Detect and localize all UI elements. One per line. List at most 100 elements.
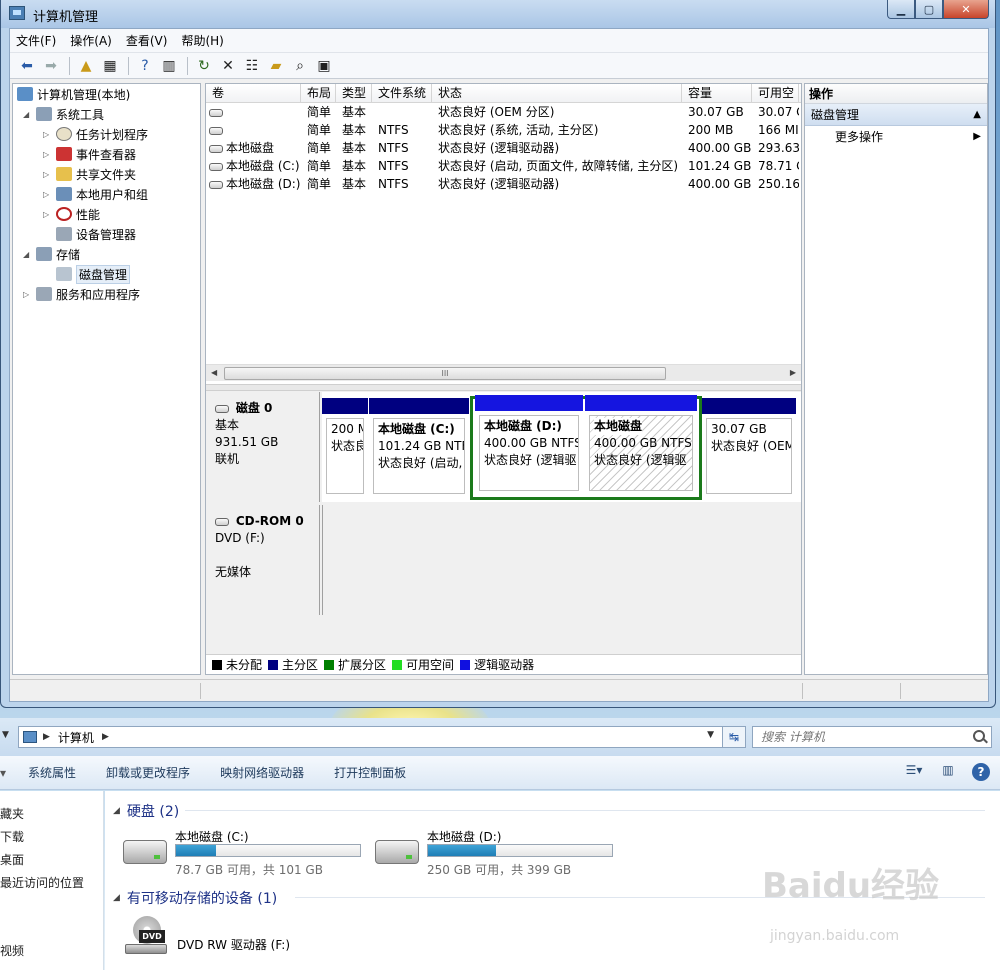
partition-d[interactable]: 本地磁盘 (D:) 400.00 GB NTFS 状态良好 (逻辑驱 [475, 395, 583, 495]
group-hard-disks[interactable]: ◢ 硬盘 (2) [113, 801, 179, 821]
preview-pane-icon[interactable]: ▥ [938, 763, 958, 781]
collapse-icon[interactable]: ◢ [23, 110, 33, 119]
open-control-panel-button[interactable]: 打开控制面板 [334, 764, 406, 781]
table-row[interactable]: 本地磁盘 (C:) 简单 基本 NTFS 状态良好 (启动, 页面文件, 故障转… [206, 157, 801, 175]
table-row[interactable]: 本地磁盘 (D:) 简单 基本 NTFS 状态良好 (逻辑驱动器) 400.00… [206, 175, 801, 193]
column-header-free[interactable]: 可用空 [752, 84, 799, 103]
help-icon[interactable]: ? [972, 763, 990, 781]
help-icon[interactable]: ? [134, 56, 156, 76]
properties-icon[interactable]: ☷ [241, 56, 263, 76]
collapse-group-icon[interactable]: ◢ [113, 806, 120, 816]
close-button[interactable]: ✕ [943, 0, 989, 19]
menu-help[interactable]: 帮助(H) [181, 32, 223, 49]
title-bar[interactable]: 计算机管理 ▁ ▢ ✕ [1, 0, 995, 28]
tree-item-system-tools[interactable]: ◢ 系统工具 [23, 104, 104, 124]
tree-item-event-viewer[interactable]: ▷ 事件查看器 [43, 144, 136, 164]
forward-arrow-icon[interactable]: ➡ [40, 56, 62, 76]
breadcrumb-arrow-icon[interactable]: ▶ [43, 732, 50, 742]
map-network-drive-button[interactable]: 映射网络驱动器 [220, 764, 304, 781]
column-header-layout[interactable]: 布局 [301, 84, 336, 103]
expand-icon[interactable]: ▷ [23, 290, 33, 299]
column-header-type[interactable]: 类型 [336, 84, 372, 103]
horizontal-scrollbar[interactable]: ◀ III ▶ [206, 364, 801, 381]
minimize-button[interactable]: ▁ [887, 0, 915, 19]
refresh-icon[interactable]: ↻ [193, 56, 215, 76]
cdrom-0-info[interactable]: CD-ROM 0 DVD (F:) 无媒体 [207, 505, 320, 615]
column-header-filesystem[interactable]: 文件系统 [372, 84, 432, 103]
show-hide-action-pane-icon[interactable]: ▥ [158, 56, 180, 76]
expand-icon[interactable]: ▷ [43, 210, 53, 219]
nav-recent-places[interactable]: 最近访问的位置 [0, 874, 84, 891]
collapse-icon[interactable]: ◢ [23, 250, 33, 259]
extended-partition[interactable]: 本地磁盘 (D:) 400.00 GB NTFS 状态良好 (逻辑驱 本地磁盘 … [470, 395, 702, 500]
refresh-button[interactable]: ↹ [722, 726, 746, 748]
drive-c[interactable]: 本地磁盘 (C:) 78.7 GB 可用，共 101 GB [123, 828, 363, 878]
nav-favorites[interactable]: 藏夹 [0, 805, 24, 822]
tree-item-performance[interactable]: ▷ 性能 [43, 204, 100, 224]
cdrom-0-row[interactable]: CD-ROM 0 DVD (F:) 无媒体 [206, 505, 801, 615]
partition-local-disk[interactable]: 本地磁盘 400.00 GB NTFS 状态良好 (逻辑驱 [585, 395, 697, 495]
scroll-thumb[interactable]: III [224, 367, 666, 380]
open-folder-icon[interactable]: ▰ [265, 56, 287, 76]
tree-item-storage[interactable]: ◢ 存储 [23, 244, 80, 264]
uninstall-program-button[interactable]: 卸载或更改程序 [106, 764, 190, 781]
tree-item-disk-management[interactable]: 磁盘管理 [56, 264, 131, 284]
expand-icon[interactable]: ▷ [43, 130, 53, 139]
column-header-status[interactable]: 状态 [432, 84, 682, 103]
search-input[interactable]: 搜索 计算机 [752, 726, 992, 748]
expand-icon[interactable]: ▷ [43, 190, 53, 199]
cdrom-0-area[interactable] [322, 505, 801, 615]
address-bar[interactable]: ▶ 计算机 ▶ ▼ [18, 726, 723, 748]
organize-dropdown-icon[interactable]: ▾ [0, 766, 6, 780]
partition-oem[interactable]: 30.07 GB 状态良好 (OEM [702, 398, 796, 498]
partition-system-reserved[interactable]: 200 M 状态良 [322, 398, 368, 498]
dvd-drive-icon[interactable]: DVD [125, 916, 169, 956]
table-row[interactable]: 简单 基本 NTFS 状态良好 (系统, 活动, 主分区) 200 MB 166… [206, 121, 801, 139]
change-view-icon[interactable]: ☰▾ [904, 763, 924, 781]
expand-icon[interactable]: ▷ [43, 150, 53, 159]
menu-action[interactable]: 操作(A) [70, 32, 112, 49]
table-row[interactable]: 简单 基本 状态良好 (OEM 分区) 30.07 GB 30.07 G [206, 103, 801, 121]
nav-videos[interactable]: 视频 [0, 942, 24, 959]
table-row[interactable]: 本地磁盘 简单 基本 NTFS 状态良好 (逻辑驱动器) 400.00 GB 2… [206, 139, 801, 157]
system-properties-button[interactable]: 系统属性 [28, 764, 76, 781]
group-removable[interactable]: ◢ 有可移动存储的设备 (1) [113, 888, 277, 908]
menu-view[interactable]: 查看(V) [126, 32, 168, 49]
dvd-drive-name[interactable]: DVD RW 驱动器 (F:) [177, 936, 290, 953]
disk-0-info[interactable]: 磁盘 0 基本 931.51 GB 联机 [207, 392, 320, 502]
menu-file[interactable]: 文件(F) [16, 32, 56, 49]
more-actions-item[interactable]: 更多操作 ▶ [805, 126, 987, 148]
nav-desktop[interactable]: 桌面 [0, 851, 24, 868]
tree-item-services[interactable]: ▷ 服务和应用程序 [23, 284, 140, 304]
column-header-capacity[interactable]: 容量 [682, 84, 752, 103]
breadcrumb-arrow-icon[interactable]: ▶ [102, 732, 109, 742]
collapse-group-icon[interactable]: ◢ [113, 893, 120, 903]
search-disk-icon[interactable]: ⌕ [289, 56, 311, 76]
back-arrow-icon[interactable]: ⬅ [16, 56, 38, 76]
scroll-left-icon[interactable]: ◀ [211, 368, 217, 377]
breadcrumb-computer[interactable]: 计算机 [58, 729, 94, 746]
recent-pages-dropdown-icon[interactable]: ▼ [2, 730, 9, 740]
pane-splitter[interactable] [206, 384, 801, 391]
show-hide-tree-icon[interactable]: ▦ [99, 56, 121, 76]
collapse-up-icon[interactable]: ▲ [973, 104, 981, 126]
tree-item-device-manager[interactable]: 设备管理器 [56, 224, 136, 244]
settings-icon[interactable]: ▣ [313, 56, 335, 76]
address-dropdown-icon[interactable]: ▼ [707, 730, 714, 740]
expand-icon[interactable]: ▷ [43, 170, 53, 179]
delete-icon[interactable]: ✕ [217, 56, 239, 76]
search-icon[interactable] [973, 730, 985, 742]
partition-c[interactable]: 本地磁盘 (C:) 101.24 GB NTF 状态良好 (启动, [369, 398, 469, 498]
tree-item-shared-folders[interactable]: ▷ 共享文件夹 [43, 164, 136, 184]
tree-item-local-users[interactable]: ▷ 本地用户和组 [43, 184, 148, 204]
disk-0-row[interactable]: 磁盘 0 基本 931.51 GB 联机 200 M 状态良 [206, 392, 801, 502]
maximize-button[interactable]: ▢ [915, 0, 943, 19]
drive-d[interactable]: 本地磁盘 (D:) 250 GB 可用，共 399 GB [375, 828, 615, 878]
scroll-right-icon[interactable]: ▶ [790, 368, 796, 377]
column-header-volume[interactable]: 卷 [206, 84, 301, 103]
nav-downloads[interactable]: 下载 [0, 828, 24, 845]
tree-item-root[interactable]: 计算机管理(本地) [17, 84, 130, 104]
actions-section-disk-management[interactable]: 磁盘管理 ▲ [805, 104, 987, 126]
up-folder-icon[interactable]: ▲ [75, 56, 97, 76]
tree-item-task-scheduler[interactable]: ▷ 任务计划程序 [43, 124, 148, 144]
